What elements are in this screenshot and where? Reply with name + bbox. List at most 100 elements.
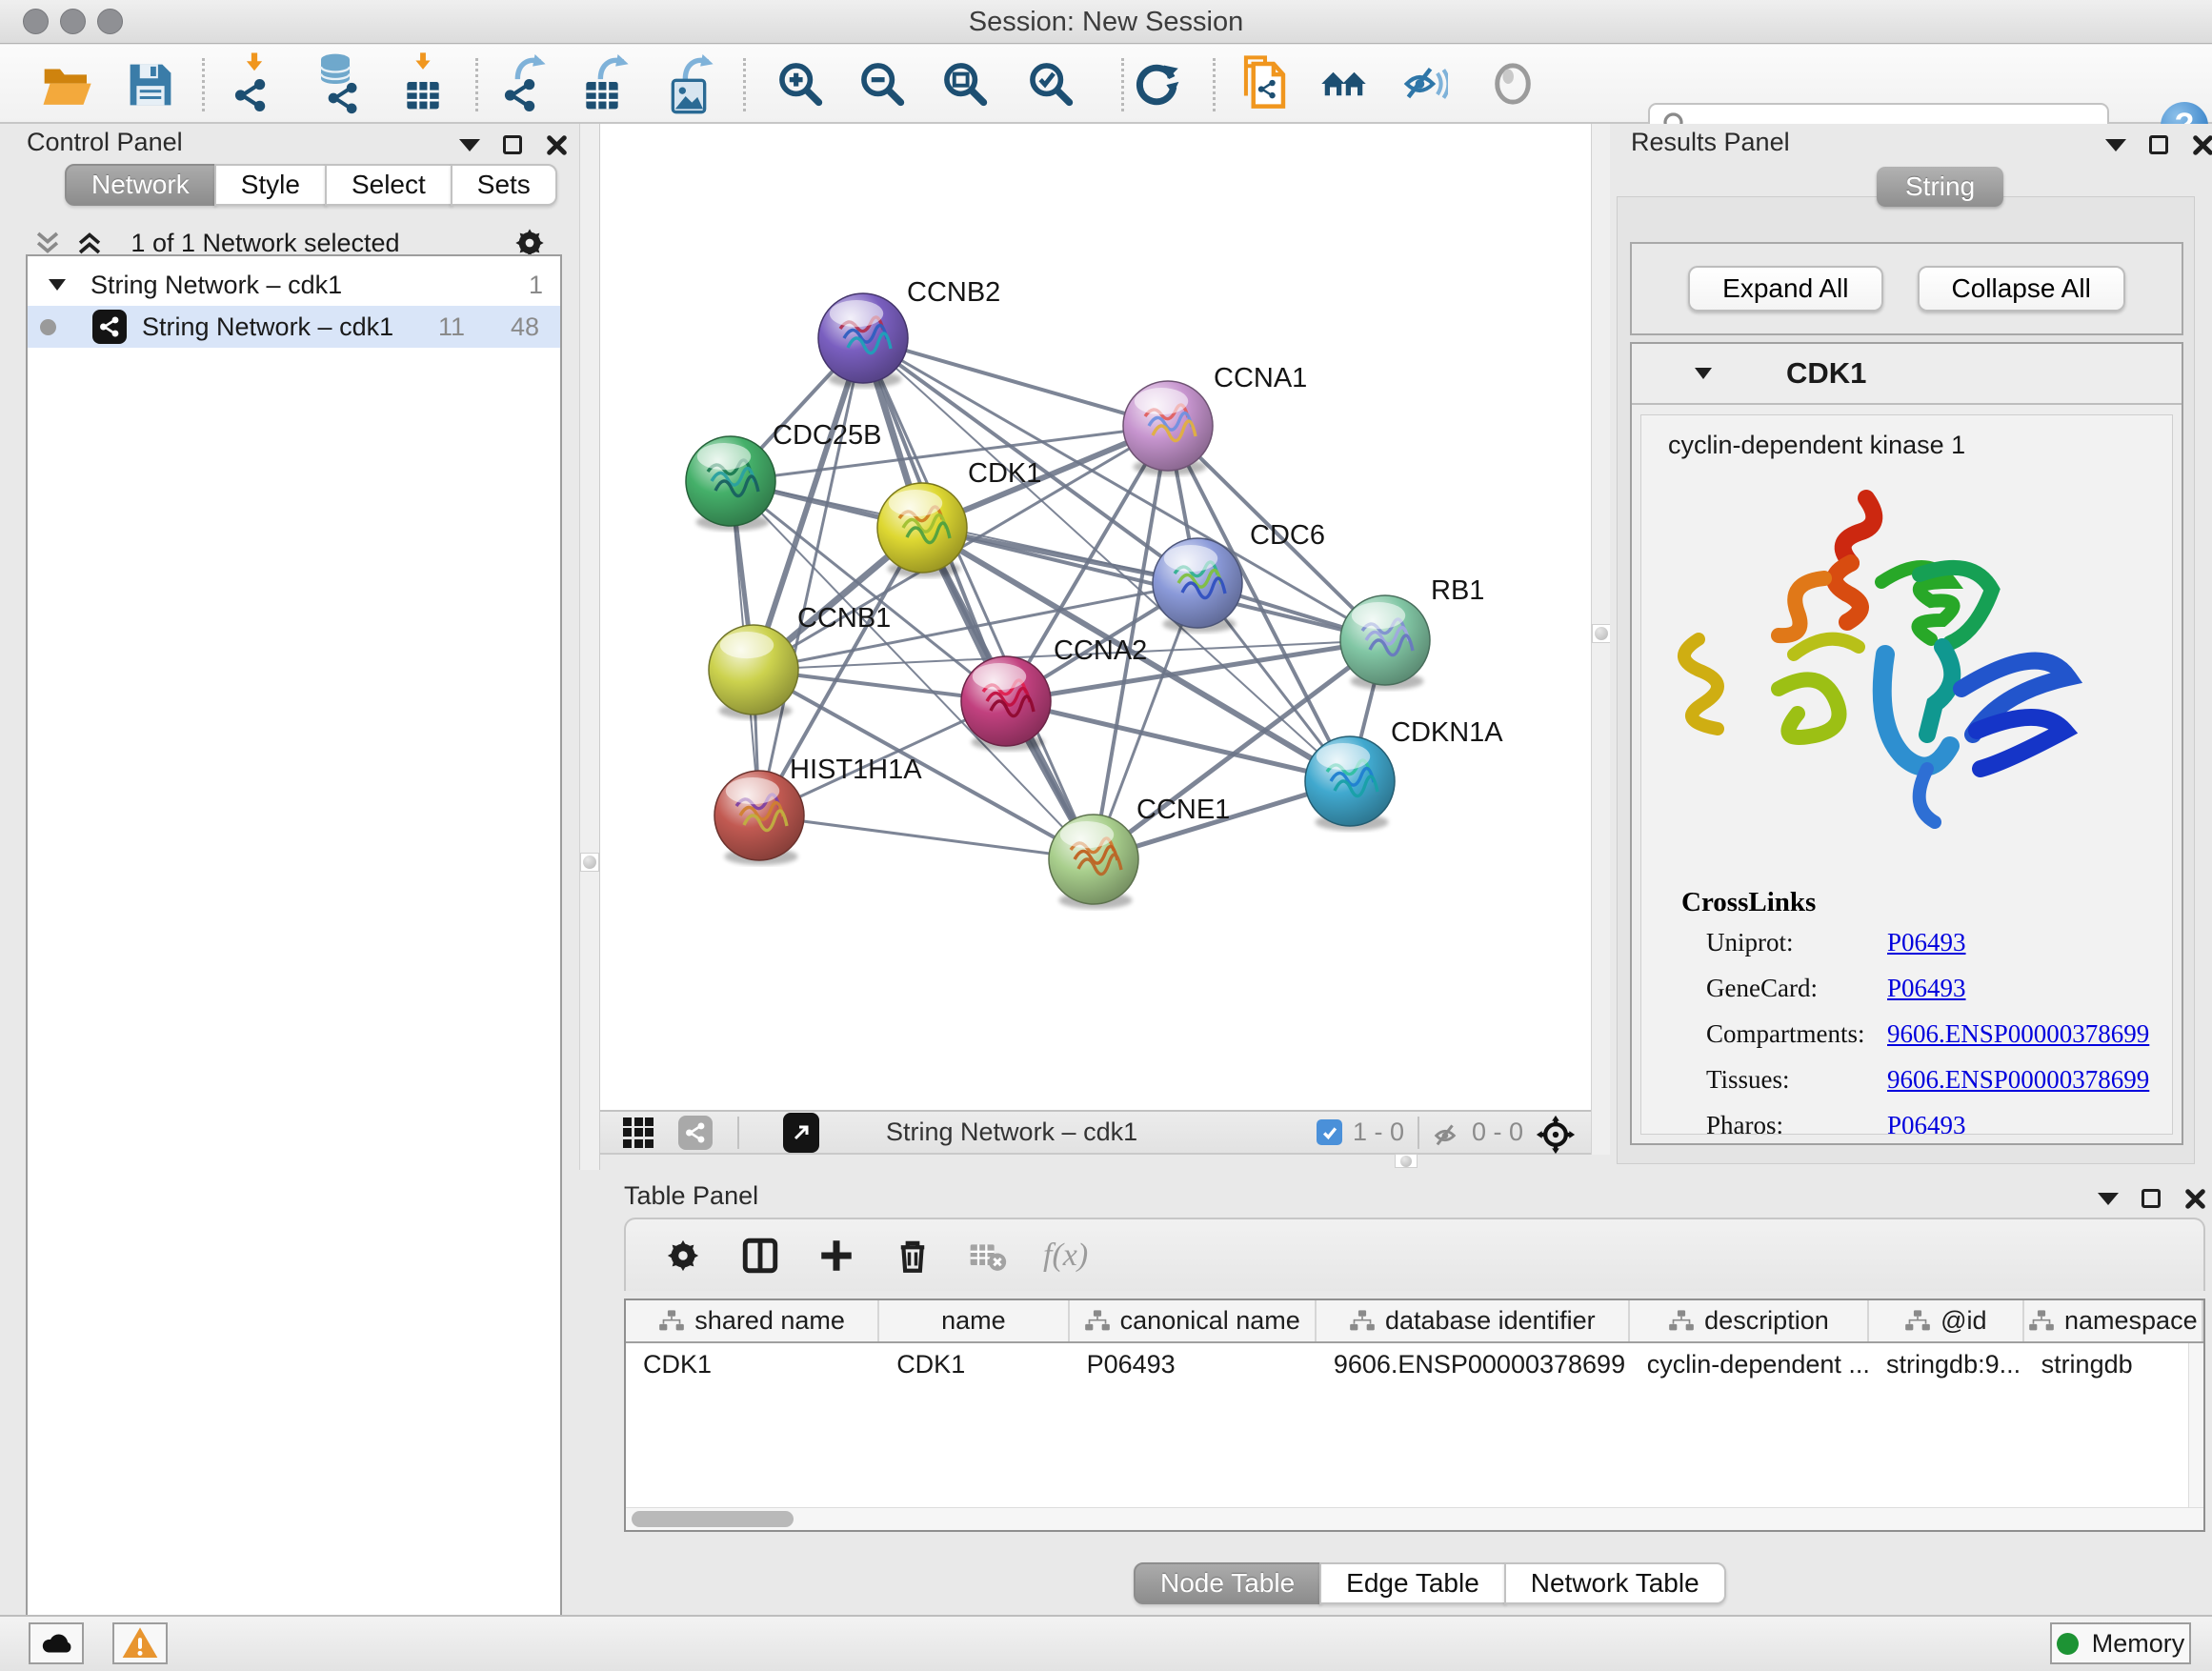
table-panel-close-icon[interactable]	[2183, 1187, 2206, 1210]
tab-string[interactable]: String	[1877, 167, 2003, 207]
column-header-shared-name[interactable]: shared name	[626, 1300, 879, 1341]
tab-sets[interactable]: Sets	[451, 164, 557, 206]
show-eye-icon[interactable]	[1483, 54, 1542, 113]
zoom-in-button[interactable]	[771, 54, 830, 113]
import-database-button[interactable]	[309, 54, 368, 113]
table-cell[interactable]: 9606.ENSP00000378699	[1317, 1343, 1630, 1385]
hidden-eye-icon[interactable]	[1431, 1121, 1459, 1157]
network-row[interactable]: String Network – cdk1 11 48	[28, 306, 560, 348]
tab-network[interactable]: Network	[65, 164, 216, 206]
import-network-button[interactable]	[225, 54, 284, 113]
delete-column-icon[interactable]	[893, 1236, 933, 1276]
network-collection-row[interactable]: String Network – cdk1 1	[28, 264, 560, 306]
export-network-button[interactable]	[496, 54, 555, 113]
network-node-RB1[interactable]: RB1	[1340, 575, 1484, 690]
netbar-separator	[737, 1117, 739, 1149]
import-table-button[interactable]	[393, 54, 452, 113]
column-header-database-identifier[interactable]: database identifier	[1317, 1300, 1630, 1341]
gene-entry-header[interactable]: CDK1	[1632, 344, 2182, 405]
tab-network-table[interactable]: Network Table	[1504, 1562, 1726, 1604]
network-edge-CCNB2-CCNA1[interactable]	[863, 338, 1168, 426]
network-node-CCNA1[interactable]: CCNA1	[1123, 363, 1307, 475]
results-panel-float-icon[interactable]	[2149, 135, 2168, 154]
gene-collapse-icon[interactable]	[1695, 368, 1712, 379]
collapse-all-button[interactable]: Collapse All	[1918, 266, 2125, 312]
column-label: description	[1704, 1306, 1829, 1336]
control-panel-menu-icon[interactable]	[459, 139, 480, 151]
network-edge-HIST1H1A-CCNE1[interactable]	[759, 815, 1094, 859]
refresh-button[interactable]	[1127, 54, 1186, 113]
view-grid-icon[interactable]	[623, 1117, 654, 1148]
network-node-CCNE1[interactable]: CCNE1	[1049, 795, 1230, 909]
add-column-icon[interactable]	[816, 1236, 856, 1276]
horizontal-splitter-handle[interactable]	[1395, 1154, 1418, 1168]
column-header-description[interactable]: description	[1630, 1300, 1869, 1341]
tab-select[interactable]: Select	[325, 164, 452, 206]
column-header-canonical-name[interactable]: canonical name	[1070, 1300, 1317, 1341]
table-cell[interactable]: P06493	[1070, 1343, 1317, 1385]
column-header-name[interactable]: name	[879, 1300, 1069, 1341]
hide-glass-icon[interactable]	[1398, 54, 1458, 113]
network-canvas[interactable]: CCNB2CCNA1CDC25BCDK1CDC6RB1CCNB1CCNA2CDK…	[600, 124, 1591, 1110]
crosslink-row: Uniprot:P06493	[1706, 928, 2172, 957]
function-builder-icon[interactable]: f(x)	[1043, 1238, 1088, 1274]
table-cell[interactable]: CDK1	[626, 1343, 879, 1385]
tab-style[interactable]: Style	[214, 164, 327, 206]
save-session-button[interactable]	[121, 54, 180, 113]
node-label-CDK1: CDK1	[968, 458, 1041, 489]
zoom-out-button[interactable]	[853, 54, 912, 113]
zoom-fit-button[interactable]	[935, 54, 995, 113]
tab-node-table[interactable]: Node Table	[1134, 1562, 1321, 1604]
table-vertical-scrollbar[interactable]	[2188, 1343, 2203, 1507]
table-options-gear-icon[interactable]	[662, 1235, 704, 1277]
export-image-button[interactable]	[662, 54, 721, 113]
crosslink-link[interactable]: 9606.ENSP00000378699	[1887, 1065, 2149, 1095]
node-label-CCNA1: CCNA1	[1214, 363, 1307, 393]
crosslink-link[interactable]: P06493	[1887, 928, 1966, 957]
table-cell[interactable]: CDK1	[879, 1343, 1069, 1385]
export-table-button[interactable]	[577, 54, 636, 113]
results-panel-close-icon[interactable]	[2191, 133, 2212, 156]
crosslink-link[interactable]: 9606.ENSP00000378699	[1887, 1019, 2149, 1049]
open-session-button[interactable]	[37, 54, 96, 113]
network-node-CDKN1A[interactable]: CDKN1A	[1305, 717, 1503, 831]
node-label-RB1: RB1	[1431, 575, 1484, 606]
table-panel-float-icon[interactable]	[2142, 1189, 2161, 1208]
table-row[interactable]: CDK1CDK1P064939606.ENSP00000378699cyclin…	[626, 1343, 2203, 1385]
tab-edge-table[interactable]: Edge Table	[1319, 1562, 1506, 1604]
control-panel-close-icon[interactable]	[545, 133, 568, 156]
table-cell[interactable]: stringdb	[2024, 1343, 2203, 1385]
column-header--id[interactable]: @id	[1869, 1300, 2024, 1341]
scrollbar-thumb[interactable]	[632, 1511, 794, 1527]
cloud-status-button[interactable]	[29, 1622, 84, 1664]
network-node-HIST1H1A[interactable]: HIST1H1A	[714, 755, 922, 865]
node-label-CDC25B: CDC25B	[773, 420, 881, 451]
string-home-button[interactable]	[1315, 54, 1374, 113]
crosslink-link[interactable]: P06493	[1887, 974, 1966, 1003]
delete-table-icon[interactable]	[969, 1237, 1007, 1275]
control-panel-float-icon[interactable]	[503, 135, 522, 154]
show-columns-icon[interactable]	[740, 1236, 780, 1276]
crosslink-link[interactable]: P06493	[1887, 1111, 1966, 1135]
view-network-icon[interactable]	[678, 1116, 713, 1150]
network-edge-CCNB2-HIST1H1A[interactable]	[759, 338, 863, 815]
crosslink-label: GeneCard:	[1706, 974, 1887, 1003]
zoom-selected-button[interactable]	[1021, 54, 1080, 113]
memory-button[interactable]: Memory	[2050, 1622, 2191, 1664]
share-document-button[interactable]	[1236, 54, 1295, 113]
table-cell[interactable]: cyclin-dependent ...	[1630, 1343, 1869, 1385]
results-panel-menu-icon[interactable]	[2105, 139, 2126, 151]
collection-expand-icon[interactable]	[49, 279, 66, 291]
selected-nodes-checkbox[interactable]	[1317, 1119, 1342, 1145]
detach-view-button[interactable]	[783, 1113, 819, 1153]
left-splitter[interactable]	[579, 124, 600, 1170]
table-panel-menu-icon[interactable]	[2098, 1193, 2119, 1205]
expand-all-button[interactable]: Expand All	[1688, 266, 1882, 312]
left-splitter-handle[interactable]	[580, 853, 599, 872]
table-horizontal-scrollbar[interactable]	[626, 1507, 2203, 1530]
collection-count: 1	[529, 271, 543, 300]
right-splitter-handle[interactable]	[1592, 624, 1611, 643]
warning-status-button[interactable]	[112, 1622, 168, 1664]
column-header-namespace[interactable]: namespace	[2024, 1300, 2203, 1341]
table-cell[interactable]: stringdb:9...	[1869, 1343, 2024, 1385]
